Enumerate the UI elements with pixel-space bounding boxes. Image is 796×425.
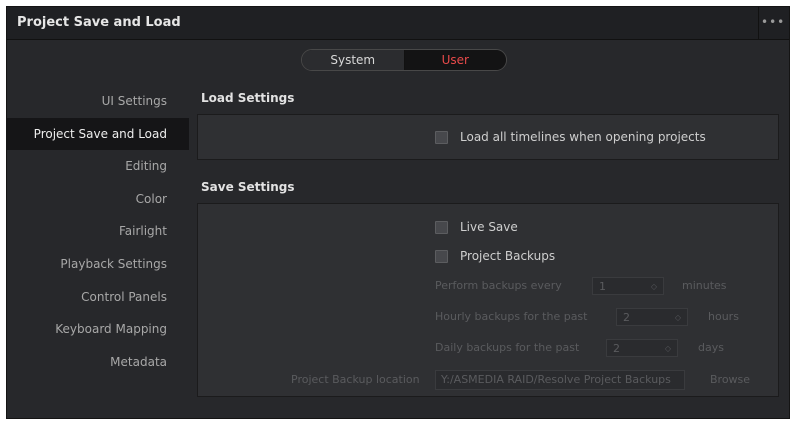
backup-location-field[interactable]: Y:/ASMEDIA RAID/Resolve Project Backups bbox=[435, 370, 685, 390]
live-save-label: Live Save bbox=[460, 220, 518, 234]
stepper-arrows-icon: ◇ bbox=[674, 312, 681, 322]
project-backups-label: Project Backups bbox=[460, 249, 556, 263]
sidebar-item-color[interactable]: Color bbox=[7, 183, 189, 216]
more-options-icon[interactable]: ••• bbox=[761, 13, 784, 31]
project-backups-option[interactable]: Project Backups bbox=[435, 249, 555, 263]
backup-location-label: Project Backup location bbox=[291, 373, 420, 386]
load-settings-heading: Load Settings bbox=[201, 91, 295, 105]
tab-system[interactable]: System bbox=[302, 50, 405, 70]
sidebar-item-editing[interactable]: Editing bbox=[7, 150, 189, 183]
project-backups-checkbox[interactable] bbox=[435, 249, 448, 263]
perform-backups-label: Perform backups every bbox=[435, 279, 562, 292]
load-all-timelines-option[interactable]: Load all timelines when opening projects bbox=[435, 130, 706, 144]
window-title: Project Save and Load bbox=[17, 15, 181, 30]
sidebar-item-fairlight[interactable]: Fairlight bbox=[7, 215, 189, 248]
system-user-toggle: System User bbox=[301, 49, 507, 71]
hourly-backups-stepper[interactable]: 2 ◇ bbox=[616, 308, 688, 326]
daily-backups-label: Daily backups for the past bbox=[435, 341, 580, 354]
sidebar-item-playback-settings[interactable]: Playback Settings bbox=[7, 248, 189, 281]
sidebar-item-metadata[interactable]: Metadata bbox=[7, 346, 189, 379]
sidebar-item-ui-settings[interactable]: UI Settings bbox=[7, 85, 189, 118]
stepper-arrows-icon: ◇ bbox=[650, 281, 657, 291]
perform-backups-stepper[interactable]: 1 ◇ bbox=[592, 277, 664, 295]
browse-button[interactable]: Browse bbox=[710, 373, 750, 386]
stepper-arrows-icon: ◇ bbox=[664, 343, 671, 353]
preferences-sidebar: UI Settings Project Save and Load Editin… bbox=[7, 85, 189, 378]
save-settings-heading: Save Settings bbox=[201, 180, 295, 194]
load-all-timelines-checkbox[interactable] bbox=[435, 130, 448, 144]
hourly-backups-value: 2 bbox=[623, 310, 630, 324]
hourly-backups-label: Hourly backups for the past bbox=[435, 310, 588, 323]
live-save-option[interactable]: Live Save bbox=[435, 220, 518, 234]
daily-backups-stepper[interactable]: 2 ◇ bbox=[606, 339, 678, 357]
sidebar-item-project-save-and-load[interactable]: Project Save and Load bbox=[7, 117, 189, 151]
save-settings-panel: Live Save Project Backups Perform backup… bbox=[197, 203, 779, 397]
live-save-checkbox[interactable] bbox=[435, 220, 448, 234]
perform-backups-value: 1 bbox=[599, 279, 606, 293]
daily-backups-unit: days bbox=[698, 341, 724, 354]
title-divider bbox=[758, 7, 759, 39]
sidebar-item-control-panels[interactable]: Control Panels bbox=[7, 281, 189, 314]
perform-backups-unit: minutes bbox=[682, 279, 727, 292]
title-bar: Project Save and Load ••• bbox=[7, 7, 789, 40]
load-all-timelines-label: Load all timelines when opening projects bbox=[460, 130, 706, 144]
load-settings-panel: Load all timelines when opening projects bbox=[197, 114, 779, 160]
hourly-backups-unit: hours bbox=[708, 310, 739, 323]
preferences-window: Project Save and Load ••• System User UI… bbox=[6, 6, 790, 419]
daily-backups-value: 2 bbox=[613, 341, 620, 355]
tab-user[interactable]: User bbox=[404, 50, 506, 70]
sidebar-item-keyboard-mapping[interactable]: Keyboard Mapping bbox=[7, 313, 189, 346]
